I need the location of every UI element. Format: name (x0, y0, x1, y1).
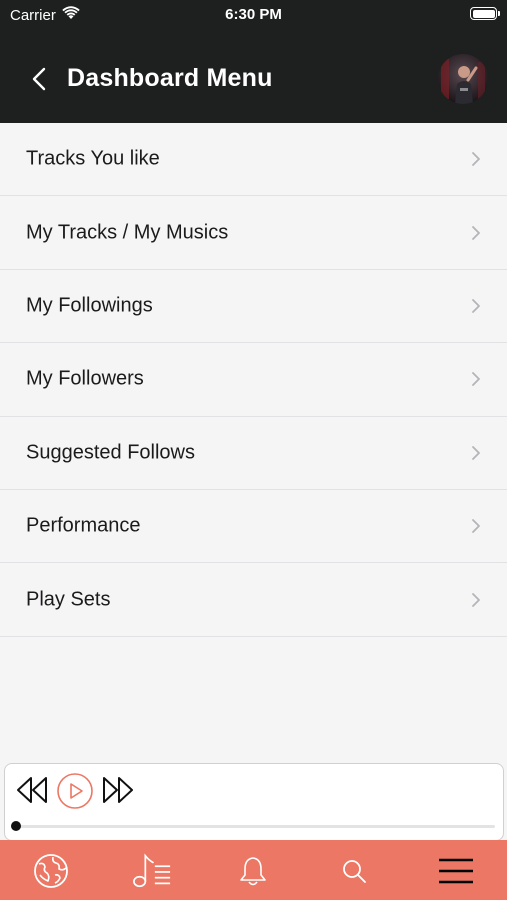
menu-item-label: Suggested Follows (26, 441, 195, 464)
menu-item-label: Performance (26, 514, 141, 537)
chevron-right-icon (472, 592, 480, 607)
tab-menu[interactable] (436, 852, 476, 890)
chevron-left-icon (32, 67, 46, 91)
chevron-right-icon (472, 519, 480, 534)
globe-icon (34, 854, 68, 888)
menu-item-tracks-you-like[interactable]: Tracks You like (0, 123, 507, 197)
bell-icon (240, 857, 266, 886)
menu-item-my-followers[interactable]: My Followers (0, 343, 507, 417)
navigation-bar: Dashboard Menu (0, 50, 507, 110)
chevron-right-icon (472, 299, 480, 313)
progress-knob[interactable] (11, 821, 21, 831)
battery-fill (472, 9, 495, 18)
music-list-icon (133, 853, 171, 888)
menu-item-performance[interactable]: Performance (0, 489, 507, 564)
menu-item-my-followings[interactable]: My Followings (0, 269, 507, 344)
page-title: Dashboard Menu (67, 64, 273, 92)
tab-search[interactable] (334, 852, 374, 890)
menu-item-suggested-follows[interactable]: Suggested Follows (0, 416, 507, 490)
user-avatar-image (438, 54, 488, 104)
menu-item-my-tracks[interactable]: My Tracks / My Musics (0, 196, 507, 270)
status-time: 6:30 PM (225, 6, 282, 23)
play-circle-icon (57, 773, 93, 809)
menu-item-label: Play Sets (26, 588, 111, 611)
menu-item-label: My Followings (26, 294, 153, 317)
avatar[interactable] (438, 54, 488, 104)
play-button[interactable] (56, 772, 94, 815)
mini-player (4, 763, 504, 841)
menu-item-label: My Tracks / My Musics (26, 221, 229, 244)
menu-item-label: My Followers (26, 367, 144, 390)
back-button[interactable] (26, 64, 52, 94)
chevron-right-icon (472, 372, 480, 387)
fast-forward-icon (103, 777, 133, 803)
tab-notifications[interactable] (233, 852, 273, 890)
fast-forward-button[interactable] (101, 774, 135, 811)
progress-track[interactable] (17, 825, 495, 828)
chevron-right-icon (472, 152, 480, 167)
hamburger-menu-icon (439, 858, 473, 884)
header: Carrier 6:30 PM Dashboard Menu (0, 0, 507, 123)
battery-icon (470, 7, 500, 20)
chevron-right-icon (472, 225, 480, 240)
tab-music[interactable] (132, 852, 172, 890)
tab-explore[interactable] (31, 852, 71, 890)
rewind-icon (17, 777, 47, 803)
menu-item-label: Tracks You like (26, 147, 160, 170)
rewind-button[interactable] (15, 774, 49, 811)
status-bar: Carrier 6:30 PM (0, 0, 507, 28)
dashboard-menu-list: Tracks You like My Tracks / My Musics My… (0, 123, 507, 637)
menu-item-play-sets[interactable]: Play Sets (0, 563, 507, 637)
search-icon (343, 860, 366, 883)
chevron-right-icon (472, 445, 480, 460)
tab-bar (0, 840, 507, 900)
